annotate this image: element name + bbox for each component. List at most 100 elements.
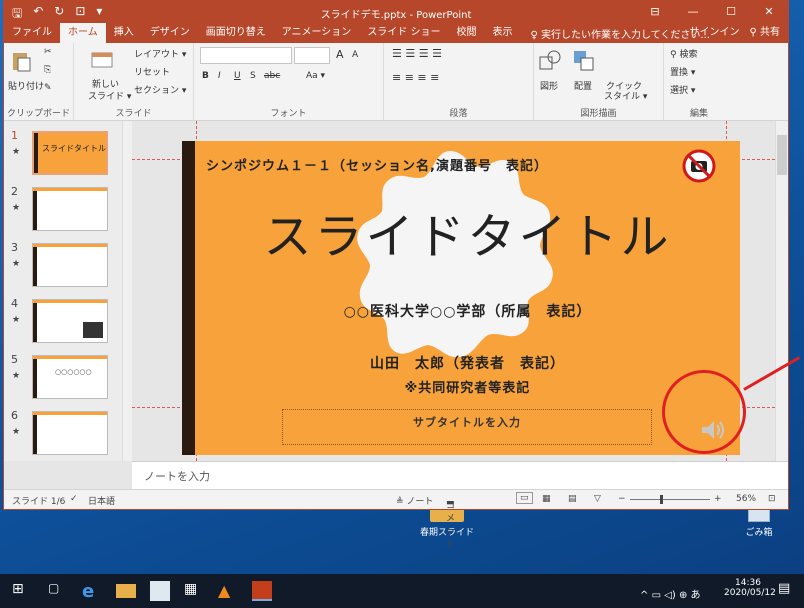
slide-thumbnail[interactable]: 2 ★ [4, 185, 122, 241]
app-icon[interactable]: ▦ [184, 581, 204, 601]
notes-pane[interactable]: ノートを入力 [132, 461, 788, 489]
slide-thumbnail[interactable]: 6 ★ [4, 409, 122, 461]
slide-sorter-icon[interactable]: ▦ [542, 494, 551, 504]
slide-header: シンポジウム１－１（セッション名,演題番号 表記） [206, 159, 548, 174]
italic-button[interactable]: I [218, 71, 221, 81]
ribbon-display-button[interactable]: ⊟ [636, 1, 674, 23]
task-view-icon[interactable]: ▢ [48, 581, 68, 601]
clock[interactable]: 14:36 2020/05/12 [724, 578, 776, 598]
tab-slideshow[interactable]: スライド ショー [359, 23, 448, 43]
subtitle-placeholder-box[interactable]: サブタイトルを入力 [282, 409, 652, 445]
normal-view-icon[interactable]: ▭ [516, 492, 533, 504]
font-grow-button[interactable]: A [336, 48, 344, 61]
subtitle-placeholder: サブタイトルを入力 [413, 416, 521, 429]
paste-icon[interactable] [10, 49, 34, 73]
tell-me-search[interactable]: ♀ 実行したい作業を入力してください... [531, 26, 710, 41]
align-icon[interactable]: ≡ ≡ ≡ ≡ [392, 71, 439, 84]
thumbnail-number: 4 [11, 297, 18, 310]
slide-scrollbar[interactable] [775, 121, 788, 461]
fit-to-window-icon[interactable]: ⊡ [768, 494, 776, 504]
input-method-icon[interactable]: ⊕ [679, 590, 691, 601]
arrange-icon[interactable] [572, 49, 596, 73]
scroll-thumb[interactable] [777, 135, 787, 175]
spellcheck-icon[interactable]: ✓ [70, 494, 78, 504]
change-case-button[interactable]: Aa ▾ [306, 71, 325, 81]
close-button[interactable]: ✕ [750, 1, 788, 23]
slide[interactable]: シンポジウム１－１（セッション名,演題番号 表記） スライドタイトル ○○医科大… [182, 141, 740, 455]
slide-thumbnail[interactable]: 5 ★ ○○○○○○ [4, 353, 122, 409]
slide-title[interactable]: スライドタイトル [195, 197, 740, 267]
select-button[interactable]: 選択 ▾ [670, 83, 695, 96]
notes-button[interactable]: ≜ ノート [396, 494, 433, 507]
maximize-button[interactable]: ☐ [712, 1, 750, 23]
tab-home[interactable]: ホーム [60, 23, 106, 43]
tab-transitions[interactable]: 画面切り替え [198, 23, 274, 43]
arrange-button[interactable]: 配置 [574, 79, 592, 92]
zoom-out-button[interactable]: − [618, 494, 626, 504]
paragraph-group: ☰ ☰ ☰ ☰ ≡ ≡ ≡ ≡ 段落 [384, 43, 534, 121]
cut-icon[interactable]: ✂ [44, 47, 52, 57]
calculator-icon[interactable] [150, 581, 170, 601]
tab-file[interactable]: ファイル [4, 23, 60, 43]
zoom-slider-thumb[interactable] [660, 495, 663, 504]
window-controls: ⊟ — ☐ ✕ [636, 1, 788, 23]
slideshow-view-icon[interactable]: ▽ [594, 494, 601, 504]
vlc-icon[interactable]: ▲ [218, 581, 238, 601]
volume-icon[interactable]: ◁) [664, 590, 679, 601]
zoom-level[interactable]: 56% [736, 494, 756, 504]
paste-button[interactable]: 貼り付け [8, 79, 44, 92]
font-shrink-button[interactable]: A [352, 50, 358, 60]
zoom-in-button[interactable]: + [714, 494, 722, 504]
shapes-button[interactable]: 図形 [540, 79, 558, 92]
slide-thumbnail-pane[interactable]: 1 ★ スライドタイトル 2 ★ 3 ★ 4 ★ 5 ★ ○○○○○○ 6 ★ [4, 121, 122, 461]
new-slide-icon[interactable] [90, 49, 114, 73]
reset-button[interactable]: リセット [134, 65, 170, 78]
ime-indicator[interactable]: あ [691, 590, 701, 601]
drawing-group: 図形 配置 クイック スタイル ▾ 図形描画 [534, 43, 664, 121]
format-painter-icon[interactable]: ✎ [44, 83, 52, 93]
share-button[interactable]: ⚲ 共有 [749, 23, 780, 43]
zoom-slider[interactable] [630, 495, 710, 504]
thumbnail-image [32, 243, 108, 287]
notification-icon[interactable]: ▤ [778, 581, 798, 601]
windows-start-icon[interactable]: ⊞ [12, 581, 32, 601]
file-explorer-icon[interactable] [116, 584, 136, 598]
reading-view-icon[interactable]: ▤ [568, 494, 577, 504]
font-size-combo[interactable] [294, 47, 330, 64]
slide-coauthors[interactable]: ※共同研究者等表記 [195, 377, 740, 396]
copy-icon[interactable]: ⎘ [44, 65, 51, 75]
slide-thumbnail[interactable]: 4 ★ [4, 297, 122, 353]
tab-view[interactable]: 表示 [485, 23, 521, 43]
shapes-icon[interactable] [538, 49, 562, 73]
layout-button[interactable]: レイアウト ▾ [134, 47, 186, 60]
slide-presenter[interactable]: 山田 太郎（発表者 表記） [195, 353, 740, 373]
signin-link[interactable]: サインイン [689, 23, 739, 43]
edge-icon[interactable]: e [82, 581, 102, 602]
tab-design[interactable]: デザイン [142, 23, 198, 43]
tray-chevron-icon[interactable]: ^ [640, 590, 652, 601]
language-indicator[interactable]: 日本語 [88, 494, 115, 507]
underline-button[interactable]: U [234, 71, 241, 81]
tab-animations[interactable]: アニメーション [274, 23, 360, 43]
minimize-button[interactable]: — [674, 1, 712, 23]
bullets-icon[interactable]: ☰ ☰ ☰ ☰ [392, 47, 442, 60]
slide-thumbnail[interactable]: 1 ★ スライドタイトル [4, 129, 122, 185]
bold-button[interactable]: B [202, 71, 209, 81]
quick-style-dropdown[interactable]: スタイル ▾ [604, 89, 647, 102]
clipboard-group: 貼り付け ✂ ⎘ ✎ クリップボード [4, 43, 74, 121]
tab-insert[interactable]: 挿入 [106, 23, 142, 43]
slide-thumbnail[interactable]: 3 ★ [4, 241, 122, 297]
new-slide-dropdown[interactable]: スライド ▾ [88, 89, 131, 102]
thumbnail-scrollbar[interactable] [122, 121, 132, 461]
powerpoint-taskbar-icon[interactable] [252, 581, 272, 601]
section-button[interactable]: セクション ▾ [134, 83, 186, 96]
slide-affiliation[interactable]: ○○医科大学○○学部（所属 表記） [195, 301, 740, 321]
shadow-button[interactable]: S [250, 71, 256, 81]
network-icon[interactable]: ▭ [652, 590, 665, 601]
tab-review[interactable]: 校閲 [449, 23, 485, 43]
replace-button[interactable]: 置換 ▾ [670, 65, 695, 78]
editing-group: ⚲ 検索 置換 ▾ 選択 ▾ 編集 [664, 43, 734, 121]
font-name-combo[interactable] [200, 47, 292, 64]
find-button[interactable]: ⚲ 検索 [670, 47, 697, 60]
strikethrough-button[interactable]: abc [264, 71, 280, 81]
